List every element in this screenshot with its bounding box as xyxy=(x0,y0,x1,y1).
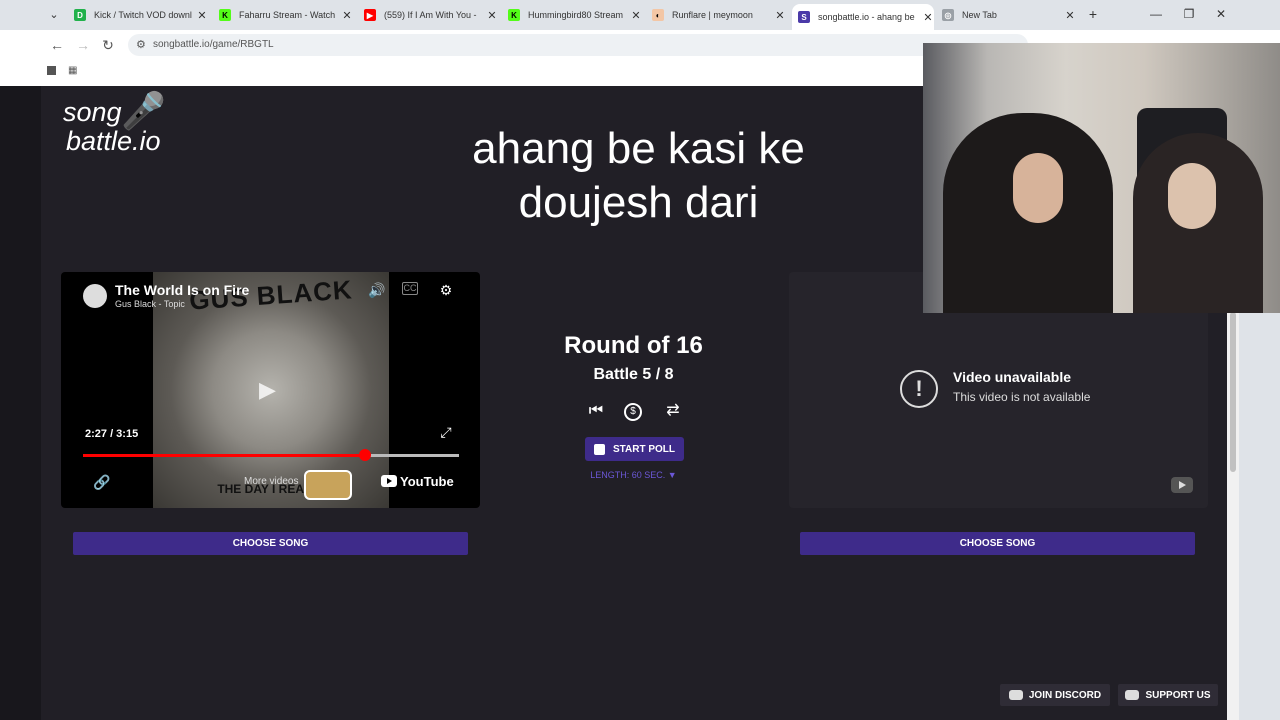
tab-new-tab[interactable]: ◎ New Tab ✕ xyxy=(942,4,1076,26)
streamer-right-face xyxy=(1168,163,1216,229)
captions-icon[interactable]: CC xyxy=(402,282,418,295)
choose-song-right-button[interactable]: CHOOSE SONG xyxy=(800,532,1195,555)
dollar-icon[interactable]: $ xyxy=(624,403,642,421)
close-icon[interactable]: ✕ xyxy=(1064,9,1076,22)
close-icon[interactable]: ✕ xyxy=(486,9,498,22)
battle-counter: Battle 5 / 8 xyxy=(593,366,674,383)
restore-icon[interactable]: ❐ xyxy=(1180,6,1198,22)
tab-favicon-icon: K xyxy=(219,9,231,21)
logo-line2: battle.io xyxy=(66,126,161,156)
unavailable-heading: Video unavailable xyxy=(953,369,1072,385)
tab-search-icon[interactable]: ⌄ xyxy=(46,7,62,23)
discord-icon xyxy=(1008,690,1023,700)
seek-bar[interactable] xyxy=(83,449,459,461)
page-left-gutter xyxy=(0,86,41,720)
youtube-play-icon[interactable] xyxy=(1171,477,1193,493)
unavailable-text: This video is not available xyxy=(953,390,1091,404)
tab-songbattle[interactable]: S songbattle.io - ahang be ✕ xyxy=(792,4,934,30)
tab-favicon-icon: S xyxy=(798,11,810,23)
tab-title: songbattle.io - ahang be xyxy=(818,12,915,22)
seek-handle[interactable] xyxy=(359,449,371,461)
back-icon[interactable]: ← xyxy=(49,37,65,53)
previous-icon[interactable]: ⏮ xyxy=(586,401,606,421)
close-icon[interactable]: ✕ xyxy=(341,9,353,22)
video-channel[interactable]: Gus Black - Topic xyxy=(115,299,185,309)
tab-favicon-icon: D xyxy=(74,9,86,21)
poll-icon xyxy=(593,443,605,455)
logo-line1: song xyxy=(63,97,122,127)
warning-icon: ! xyxy=(900,370,938,408)
fullscreen-icon[interactable]: ⤢ xyxy=(437,424,455,440)
tab-title: Faharru Stream - Watch xyxy=(239,10,336,20)
songbattle-logo[interactable]: song battle.io 🎤 xyxy=(63,93,166,156)
shuffle-icon[interactable]: ⇄ xyxy=(663,401,683,421)
seek-progress xyxy=(83,454,365,457)
tab-title: Kick / Twitch VOD downl xyxy=(94,10,192,20)
window-close-icon[interactable]: ✕ xyxy=(1212,6,1230,22)
tab-kick-vod[interactable]: D Kick / Twitch VOD downl ✕ xyxy=(74,4,208,26)
channel-avatar[interactable] xyxy=(83,284,107,308)
close-icon[interactable]: ✕ xyxy=(196,9,208,22)
tab-title: Hummingbird80 Stream xyxy=(528,10,624,20)
tab-faharru[interactable]: K Faharru Stream - Watch ✕ xyxy=(219,4,353,26)
microphone-icon: 🎤 xyxy=(121,90,166,131)
start-poll-button[interactable]: START POLL xyxy=(585,437,684,461)
support-icon xyxy=(1125,690,1140,700)
left-video-player[interactable]: GUS BLACK THE DAY I REALI... The World I… xyxy=(61,272,480,508)
tab-favicon-icon: K xyxy=(508,9,520,21)
youtube-label: YouTube xyxy=(400,474,454,489)
more-videos-thumbnail[interactable] xyxy=(304,470,352,500)
bookmark-icon[interactable] xyxy=(47,66,56,75)
close-icon[interactable]: ✕ xyxy=(774,9,786,22)
address-bar[interactable]: ⚙ songbattle.io/game/RBGTL xyxy=(128,34,1028,56)
scrollbar-thumb[interactable] xyxy=(1230,312,1236,472)
tab-favicon-icon: ▶ xyxy=(364,9,376,21)
tab-youtube[interactable]: ▶ (559) If I Am With You - ✕ xyxy=(364,4,498,26)
tab-favicon-icon: ◎ xyxy=(942,9,954,21)
url-text: songbattle.io/game/RBGTL xyxy=(153,39,274,50)
page-title: ahang be kasi ke doujesh dari xyxy=(472,124,805,227)
choose-song-left-button[interactable]: CHOOSE SONG xyxy=(73,532,468,555)
join-discord-label: JOIN DISCORD xyxy=(1028,689,1102,701)
support-us-button[interactable]: SUPPORT US xyxy=(1118,684,1218,706)
new-tab-icon[interactable]: + xyxy=(1085,6,1101,22)
volume-icon[interactable]: 🔊 xyxy=(368,282,386,298)
poll-length-select[interactable]: LENGTH: 60 SEC. ▼ xyxy=(561,470,706,480)
apps-grid-icon[interactable]: ▦ xyxy=(68,66,78,76)
tab-title: Runflare | meymoon xyxy=(672,10,753,20)
tab-hummingbird[interactable]: K Hummingbird80 Stream ✕ xyxy=(508,4,642,26)
link-icon[interactable]: 🔗 xyxy=(93,474,111,490)
site-info-icon[interactable]: ⚙ xyxy=(136,38,146,51)
video-title[interactable]: The World Is on Fire xyxy=(115,282,249,298)
video-time: 2:27 / 3:15 xyxy=(85,428,139,440)
tab-favicon-icon: ◐ xyxy=(652,9,664,21)
webcam-overlay xyxy=(923,43,1280,313)
youtube-logo[interactable]: YouTube xyxy=(381,474,454,489)
streamer-left-face xyxy=(1013,153,1063,223)
youtube-icon xyxy=(381,475,397,487)
tab-title: New Tab xyxy=(962,10,997,20)
tab-runflare[interactable]: ◐ Runflare | meymoon ✕ xyxy=(652,4,786,26)
close-icon[interactable]: ✕ xyxy=(922,11,934,24)
close-icon[interactable]: ✕ xyxy=(630,9,642,22)
forward-icon[interactable]: → xyxy=(75,37,91,53)
round-label: Round of 16 xyxy=(564,332,703,359)
more-videos-label[interactable]: More videos xyxy=(244,476,298,487)
start-poll-label: START POLL xyxy=(612,443,676,455)
support-us-label: SUPPORT US xyxy=(1145,689,1211,701)
minimize-icon[interactable]: — xyxy=(1147,6,1165,22)
join-discord-button[interactable]: JOIN DISCORD xyxy=(1000,684,1110,706)
reload-icon[interactable]: ↻ xyxy=(100,37,116,53)
settings-gear-icon[interactable]: ⚙ xyxy=(437,282,455,298)
tab-title: (559) If I Am With You - xyxy=(384,10,477,20)
play-icon[interactable]: ▶ xyxy=(259,378,283,402)
